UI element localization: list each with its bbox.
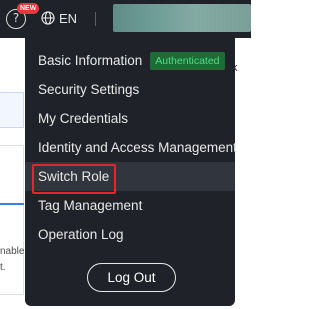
new-badge: NEW <box>17 3 40 14</box>
background-info-panel <box>0 92 24 128</box>
menu-item-label: Operation Log <box>38 227 124 242</box>
menu-item-tag-management[interactable]: Tag Management <box>25 191 235 220</box>
account-dropdown-menu: Basic Information Authenticated Security… <box>25 38 237 306</box>
language-selector[interactable]: EN <box>41 8 77 28</box>
menu-item-label: Security Settings <box>38 82 140 97</box>
header-divider <box>95 12 96 26</box>
log-out-button[interactable]: Log Out <box>87 263 176 292</box>
menu-item-label: Basic Information <box>38 53 143 68</box>
menu-item-identity-access-management[interactable]: Identity and Access Management <box>25 133 237 162</box>
background-text: t. <box>0 262 6 273</box>
menu-item-switch-role[interactable]: Switch Role <box>25 162 235 194</box>
menu-item-label: Identity and Access Management <box>38 140 237 155</box>
account-name-redacted[interactable] <box>113 4 251 32</box>
background-accent-line <box>0 203 24 205</box>
highlight-box <box>32 164 116 194</box>
authenticated-badge: Authenticated <box>150 51 225 70</box>
background-text: nable <box>0 246 25 257</box>
menu-item-security-settings[interactable]: Security Settings <box>25 75 235 104</box>
language-label: EN <box>59 10 78 26</box>
menu-item-my-credentials[interactable]: My Credentials <box>25 104 235 133</box>
menu-item-basic-information[interactable]: Basic Information Authenticated <box>25 46 235 75</box>
top-navigation-bar: ? NEW EN <box>0 0 251 38</box>
menu-item-label: My Credentials <box>38 111 129 126</box>
menu-item-label: Tag Management <box>38 198 143 213</box>
globe-icon <box>41 11 55 25</box>
menu-item-operation-log[interactable]: Operation Log <box>25 220 235 249</box>
